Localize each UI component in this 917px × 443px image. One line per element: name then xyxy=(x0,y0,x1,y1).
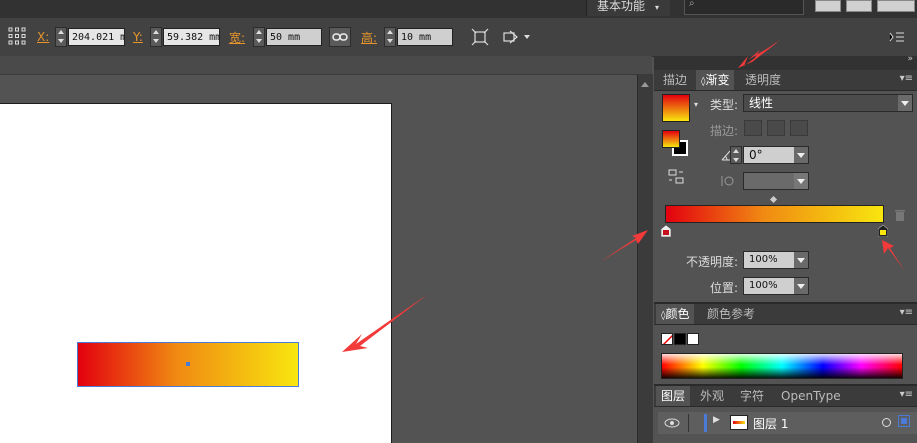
reverse-gradient-icon[interactable] xyxy=(668,168,686,186)
center-point xyxy=(186,362,190,366)
control-bar: X: 204.021 mm Y: 59.382 mm 宽: 50 mm 高: 1… xyxy=(0,18,917,57)
panel-dock-header: » xyxy=(654,54,917,70)
color-spectrum[interactable] xyxy=(661,353,903,379)
aspect-ratio-icon xyxy=(720,174,736,188)
gradient-slider[interactable] xyxy=(665,205,884,223)
panel-menu-icon[interactable] xyxy=(888,30,906,44)
angle-stepper[interactable] xyxy=(730,146,742,164)
help-search-input[interactable]: ⌕ xyxy=(684,0,804,15)
reference-point-icon[interactable] xyxy=(8,27,26,45)
lock-column[interactable] xyxy=(688,414,689,432)
white-swatch[interactable] xyxy=(687,333,699,345)
midpoint-diamond[interactable] xyxy=(769,195,778,204)
chevron-down-icon xyxy=(794,252,808,268)
chevron-down-icon xyxy=(898,95,912,111)
selection-indicator[interactable] xyxy=(898,415,910,427)
tab-gradient[interactable]: ◊渐变 xyxy=(696,70,735,90)
search-icon: ⌕ xyxy=(689,0,695,9)
chevron-down-icon: ▾ xyxy=(655,3,660,12)
layer-name[interactable]: 图层 1 xyxy=(753,415,788,432)
panel-menu-icon[interactable]: ▾≡ xyxy=(900,73,913,84)
width-field[interactable]: 50 mm xyxy=(266,28,322,46)
gradient-type-value: 线性 xyxy=(749,96,774,110)
tab-color[interactable]: ◊颜色 xyxy=(656,304,695,324)
layer-row[interactable]: ▶ 图层 1 xyxy=(658,412,917,434)
tab-opentype[interactable]: OpenType xyxy=(776,386,846,406)
color-panel-tabs: ◊颜色 颜色参考 ▾≡ xyxy=(654,304,917,325)
artboard[interactable] xyxy=(0,103,392,443)
expand-triangle-icon[interactable]: ▶ xyxy=(713,415,720,425)
chevron-down-icon[interactable]: ▾ xyxy=(694,100,698,109)
x-field[interactable]: 204.021 mm xyxy=(68,28,125,46)
location-value: 100% xyxy=(749,280,778,291)
chevron-down-icon xyxy=(794,173,808,189)
angle-field[interactable]: 0° xyxy=(743,146,809,164)
panel-menu-icon[interactable]: ▾≡ xyxy=(900,389,913,400)
panel-column: » 描边 ◊渐变 透明度 ▾≡ ▾ 类型: 线性 描边: 0° 不透明度: 10… xyxy=(654,54,917,443)
opacity-field[interactable]: 100% xyxy=(743,251,809,269)
tab-transparency[interactable]: 透明度 xyxy=(740,70,786,90)
chevron-down-icon xyxy=(794,147,808,163)
layers-panel-tabs: 图层 外观 字符 OpenType ▾≡ xyxy=(654,386,917,407)
tab-stroke[interactable]: 描边 xyxy=(658,70,692,90)
layer-thumbnail xyxy=(730,415,748,430)
document-tab-strip xyxy=(0,56,652,75)
y-field[interactable]: 59.382 mm xyxy=(163,28,220,46)
opacity-label: 不透明度: xyxy=(686,255,739,269)
constrain-proportions-button[interactable] xyxy=(329,27,351,47)
chevron-up-icon xyxy=(641,82,649,87)
y-stepper[interactable] xyxy=(150,27,162,47)
angle-value: 0° xyxy=(749,148,763,162)
color-stop-left[interactable] xyxy=(660,224,672,238)
tab-color-guide[interactable]: 颜色参考 xyxy=(702,304,760,324)
x-label: X: xyxy=(37,30,50,44)
width-label: 宽: xyxy=(229,31,246,45)
opacity-value: 100% xyxy=(749,254,778,265)
workspace-label: 基本功能 xyxy=(597,0,646,13)
trash-icon[interactable] xyxy=(894,208,906,222)
black-swatch[interactable] xyxy=(674,333,686,345)
layer-color-bar xyxy=(704,414,707,432)
gradient-panel-tabs: 描边 ◊渐变 透明度 ▾≡ xyxy=(654,70,917,91)
workspace-switcher[interactable]: 基本功能 ▾ xyxy=(586,0,670,16)
aspect-ratio-field xyxy=(743,172,809,190)
chevron-down-icon xyxy=(794,278,808,294)
target-icon[interactable] xyxy=(882,418,891,427)
stroke-gradient-within-button[interactable] xyxy=(744,120,762,136)
maximize-button[interactable] xyxy=(846,0,872,12)
fill-swatch[interactable] xyxy=(662,130,680,148)
gradient-type-select[interactable]: 线性 xyxy=(743,94,913,112)
stroke-label: 描边: xyxy=(710,124,739,138)
tab-appearance[interactable]: 外观 xyxy=(695,386,729,406)
gradient-swatch[interactable] xyxy=(662,94,690,122)
color-stop-right[interactable] xyxy=(877,224,889,238)
height-field[interactable]: 10 mm xyxy=(397,28,453,46)
tab-character[interactable]: 字符 xyxy=(735,386,769,406)
collapse-panels-icon[interactable]: » xyxy=(907,54,913,64)
panel-menu-icon[interactable]: ▾≡ xyxy=(900,307,913,318)
stroke-gradient-along-button[interactable] xyxy=(767,120,785,136)
stroke-gradient-across-button[interactable] xyxy=(790,120,808,136)
location-label: 位置: xyxy=(710,281,739,295)
close-button[interactable] xyxy=(877,0,915,12)
panel-collapse-strip[interactable] xyxy=(637,74,653,443)
none-swatch[interactable] xyxy=(661,333,673,345)
x-stepper[interactable] xyxy=(55,27,67,47)
height-label: 高: xyxy=(361,31,378,45)
width-stepper[interactable] xyxy=(253,27,265,47)
height-stepper[interactable] xyxy=(384,27,396,47)
isolate-object-icon[interactable] xyxy=(502,28,532,46)
location-field[interactable]: 100% xyxy=(743,277,809,295)
type-label: 类型: xyxy=(710,98,739,112)
minimize-button[interactable] xyxy=(815,0,841,12)
eye-icon[interactable] xyxy=(661,415,683,431)
y-label: Y: xyxy=(133,30,143,44)
transform-icon[interactable] xyxy=(471,28,489,46)
tab-layers[interactable]: 图层 xyxy=(656,386,691,406)
